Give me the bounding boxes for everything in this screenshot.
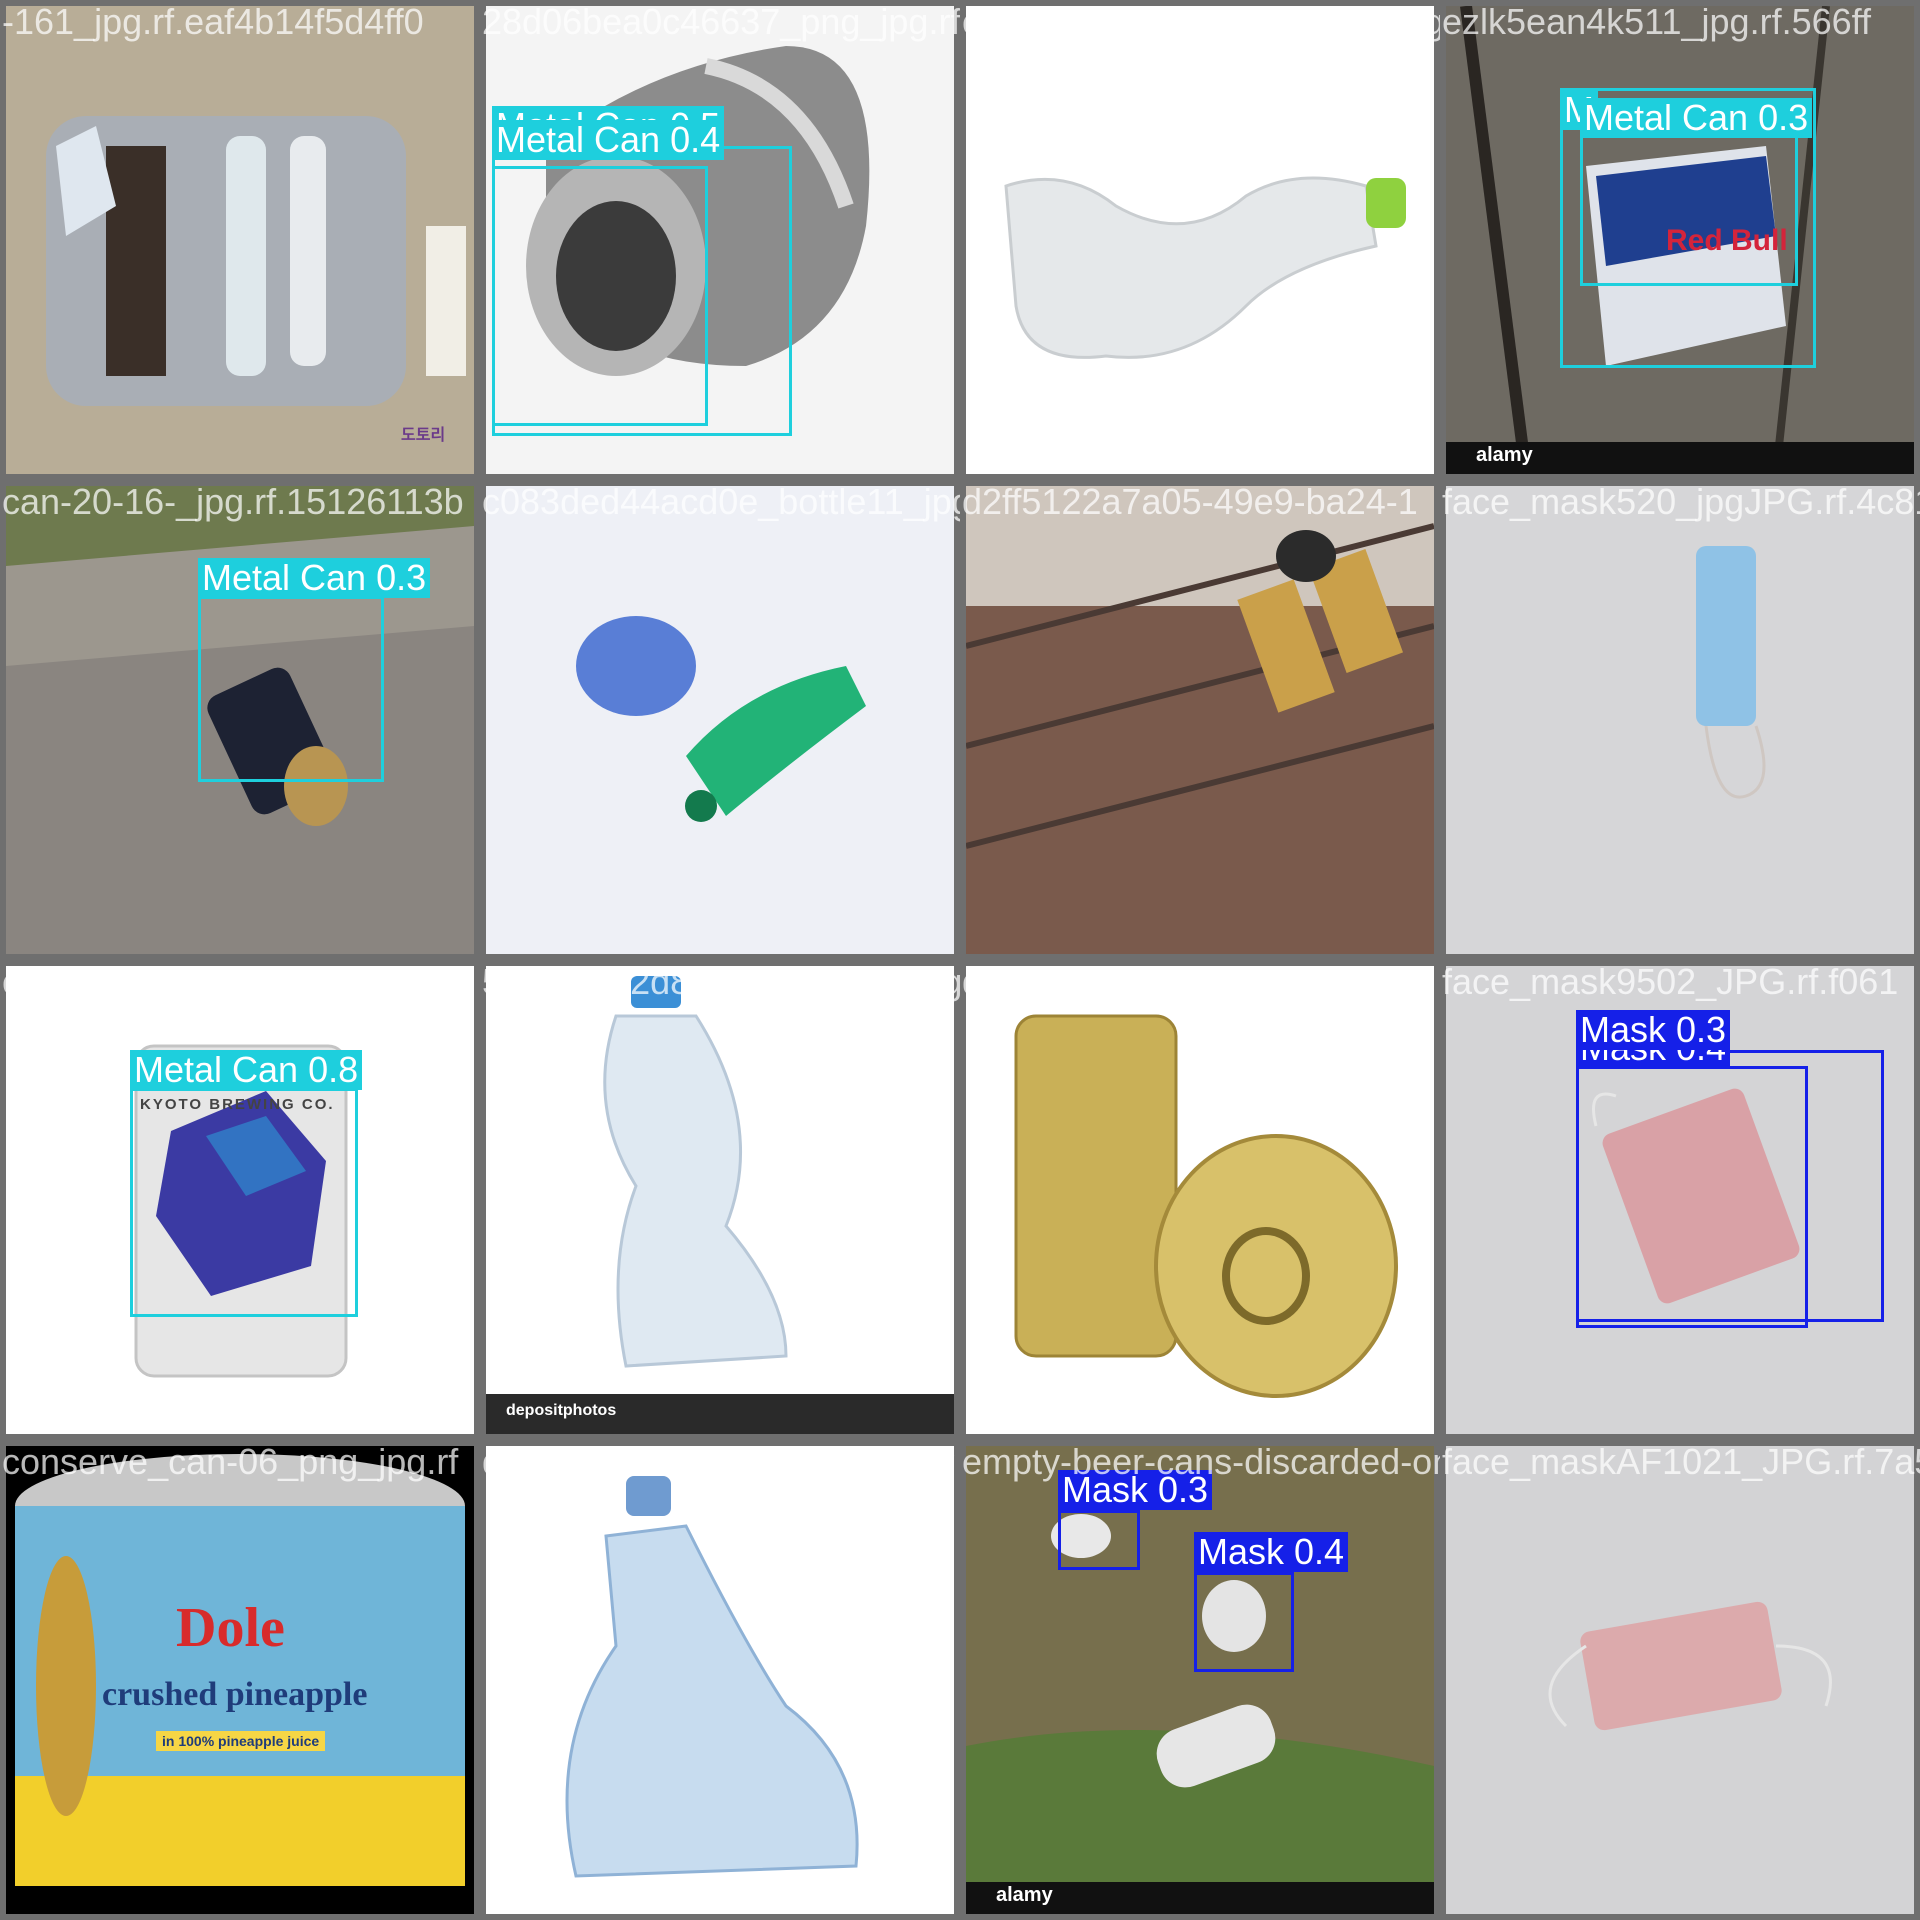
- tile-9-label: Metal Can 0.8: [130, 1050, 363, 1090]
- tile-13-filename: conserve_can-06_png_jpg.rf: [2, 1441, 459, 1482]
- tile-9-image: KYOTO BREWING CO. Metal Can 0.8: [6, 966, 474, 1434]
- tile-5-filename: can-20-16-_jpg.rf.15126113b: [2, 481, 464, 522]
- tile-13-juice: in 100% pineapple juice: [156, 1731, 326, 1751]
- tile-11: dwd4bd9784_jpeg_jpg.rf.167: [960, 960, 1440, 1440]
- tile-14-filename: d4b7c63847497_bottle33_jpg: [482, 1441, 957, 1482]
- tile-1: 도토리 -161_jpg.rf.eaf4b14f5d4ff0: [0, 0, 480, 480]
- tile-11-filename: dwd4bd9784_jpeg_jpg.rf.167: [962, 961, 1427, 1002]
- tile-13-image: Dole crushed pineapple in 100% pineapple…: [6, 1446, 474, 1914]
- tile-10-footer: depositphotos: [506, 1402, 617, 1419]
- tile-6-filename: c083ded44acd0e_bottle11_jpg: [482, 481, 960, 522]
- tile-7: d2ff5122a7a05-49e9-ba24-1: [960, 480, 1440, 960]
- tile-9: KYOTO BREWING CO. Metal Can 0.8 can-20-2…: [0, 960, 480, 1440]
- tile-7-filename: d2ff5122a7a05-49e9-ba24-1: [962, 481, 1418, 522]
- tile-10: depositphotos 5fac6d412d8cbc_bottle31_jp…: [480, 960, 960, 1440]
- tile-9-box: [130, 1088, 358, 1317]
- tile-10-photo: [486, 976, 954, 1434]
- tile-8-filename: face_mask520_jpgJPG.rf.4c81: [1442, 481, 1920, 522]
- tile-12-image: Mask 0.4 Mask 0.3: [1446, 966, 1914, 1434]
- tile-16-filename: face_maskAF1021_JPG.rf.7a5: [1442, 1441, 1920, 1482]
- tile-12-label-1: Mask 0.3: [1576, 1010, 1731, 1050]
- tile-4-box-2: [1580, 132, 1798, 286]
- tile-15-box-2: [1194, 1572, 1294, 1672]
- tile-11-image: [966, 966, 1434, 1434]
- tile-5-label: Metal Can 0.3: [198, 558, 431, 598]
- tile-5-box: [198, 596, 384, 782]
- tile-4-filename: ezlk5ean4k511_jpg.rf.566ff: [1442, 1, 1871, 42]
- tile-2-image: Metal Can 0.5 Metal Can 0.4: [486, 6, 954, 474]
- tile-13-brand: Dole: [176, 1597, 285, 1659]
- tile-12-box-2: [1576, 1066, 1808, 1328]
- tile-1-image: 도토리: [6, 6, 474, 474]
- tile-4: Red Bull M Metal Can 0.3 alamy ezlk5ean4…: [1440, 0, 1920, 480]
- tile-8-photo: [1696, 546, 1766, 799]
- tile-14-image: [486, 1446, 954, 1914]
- tile-1-photo: [46, 116, 466, 406]
- tile-4-image: Red Bull M Metal Can 0.3 alamy: [1446, 6, 1914, 474]
- tile-9-filename: can-20-280-_jpg.rf.559ea62b: [2, 961, 467, 1002]
- tile-2: Metal Can 0.5 Metal Can 0.4 28d06bea0c46…: [480, 0, 960, 480]
- tile-6-photo: [576, 616, 866, 822]
- tile-14-photo: [565, 1476, 859, 1878]
- tile-1-handwriting: 도토리: [401, 427, 446, 444]
- tile-4-footer: alamy: [1476, 444, 1533, 466]
- tile-15-label-2: Mask 0.4: [1194, 1532, 1349, 1572]
- tile-2-box-2: [492, 166, 708, 426]
- tile-15: Mask 0.3 Mask 0.4 alamy empty-beer-cans-…: [960, 1440, 1440, 1920]
- tile-13: Dole crushed pineapple in 100% pineapple…: [0, 1440, 480, 1920]
- tile-15-footer: alamy: [996, 1884, 1053, 1906]
- tile-15-image: Mask 0.3 Mask 0.4 alamy: [966, 1446, 1434, 1914]
- tile-14: d4b7c63847497_bottle33_jpg: [480, 1440, 960, 1920]
- tile-8: face_mask520_jpgJPG.rf.4c81: [1440, 480, 1920, 960]
- tile-7-image: [966, 486, 1434, 954]
- tile-15-box-1: [1058, 1510, 1140, 1570]
- tile-6: c083ded44acd0e_bottle11_jpg: [480, 480, 960, 960]
- tile-12: Mask 0.4 Mask 0.3 face_mask9502_JPG.rf.f…: [1440, 960, 1920, 1440]
- tile-3-image: [966, 6, 1434, 474]
- tile-16: face_maskAF1021_JPG.rf.7a5: [1440, 1440, 1920, 1920]
- tile-8-image: [1446, 486, 1914, 954]
- tile-5-image: Metal Can 0.3: [6, 486, 474, 954]
- tile-7-photo: [966, 486, 1434, 849]
- tile-10-filename: 5fac6d412d8cbc_bottle31_jpg: [482, 961, 960, 1002]
- tile-5: Metal Can 0.3 can-20-16-_jpg.rf.15126113…: [0, 480, 480, 960]
- tile-3-filename: c027cdb96ae8ef_bottle52_jpg: [962, 1, 1440, 42]
- tile-15-photo: [966, 1446, 1434, 1914]
- tile-15-filename: empty-beer-cans-discarded-on-grass: [962, 1441, 1440, 1482]
- tile-3-photo: [1004, 176, 1406, 359]
- tile-1-filename: -161_jpg.rf.eaf4b14f5d4ff0: [2, 1, 424, 42]
- tile-4-label-2: Metal Can 0.3: [1580, 98, 1813, 138]
- tile-10-image: depositphotos: [486, 966, 954, 1434]
- tile-6-image: [486, 486, 954, 954]
- tile-12-filename: face_mask9502_JPG.rf.f061: [1442, 961, 1899, 1002]
- tile-13-product: crushed pineapple: [102, 1676, 368, 1713]
- tile-16-image: [1446, 1446, 1914, 1914]
- tile-2-filename: 28d06bea0c46637_png_jpg.rf: [482, 1, 960, 42]
- tile-16-photo: [1548, 1601, 1832, 1731]
- tile-2-label-1: Metal Can 0.4: [492, 120, 725, 160]
- tile-3: c027cdb96ae8ef_bottle52_jpg: [960, 0, 1440, 480]
- tile-11-photo: [1014, 1014, 1398, 1398]
